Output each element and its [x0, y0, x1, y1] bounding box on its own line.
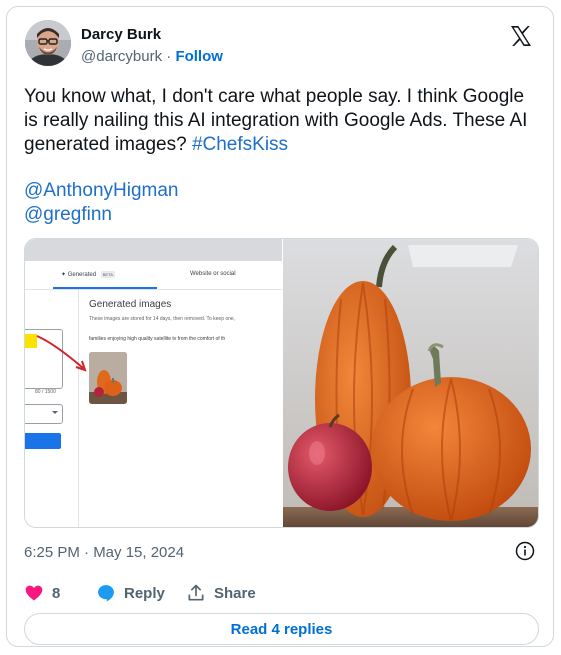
heart-icon	[25, 585, 43, 601]
media-image-screenshot[interactable]: ✦ Generated BETA Website or social 80 / …	[25, 239, 282, 527]
screenshot-tabs: ✦ Generated BETA Website or social	[25, 261, 282, 290]
author-handle[interactable]: @darcyburk	[81, 48, 162, 65]
chevron-down-icon	[52, 411, 58, 414]
tab-underline	[53, 287, 157, 289]
reply-label: Reply	[124, 584, 165, 602]
share-icon	[188, 584, 204, 601]
follow-button[interactable]: Follow	[175, 48, 223, 65]
tweet-card: Darcy Burk @darcyburk · Follow You know …	[6, 6, 554, 647]
read-replies-button[interactable]: Read 4 replies	[24, 613, 539, 645]
tweet-media[interactable]: ✦ Generated BETA Website or social 80 / …	[24, 238, 539, 528]
avatar[interactable]	[25, 20, 71, 66]
tweet-timestamp[interactable]: 6:25 PM · May 15, 2024	[24, 544, 184, 561]
share-label: Share	[214, 584, 256, 602]
screenshot-generated-note: These images are stored for 14 days, the…	[89, 316, 236, 322]
screenshot-prompt-text: families enjoying high quality satellite…	[89, 336, 226, 342]
reply-bubble-icon	[98, 585, 114, 602]
mention-link[interactable]: @gregfinn	[24, 203, 112, 227]
red-arrow-icon	[36, 335, 87, 372]
reply-button[interactable]: Reply	[96, 581, 165, 605]
screenshot-top-bar	[25, 239, 282, 261]
screenshot-blue-button	[25, 433, 61, 449]
like-button[interactable]: 8	[24, 581, 60, 605]
media-image-pumpkins[interactable]	[283, 239, 538, 527]
hashtag-link[interactable]: #ChefsKiss	[192, 134, 288, 155]
author-handle-line: @darcyburk · Follow	[81, 48, 223, 65]
screenshot-thumbnail	[89, 352, 127, 404]
screenshot-tab-website: Website or social	[190, 271, 236, 277]
screenshot-generated-title: Generated images	[89, 299, 172, 310]
author-name[interactable]: Darcy Burk	[81, 26, 161, 43]
sparkle-icon: ✦	[61, 272, 67, 278]
screenshot-char-count: 80 / 1500	[35, 389, 56, 395]
handle-separator: ·	[166, 48, 172, 65]
info-icon[interactable]	[515, 541, 535, 561]
tweet-text: You know what, I don't care what people …	[24, 85, 539, 157]
mention-link[interactable]: @AnthonyHigman	[24, 179, 178, 203]
beta-badge: BETA	[100, 271, 115, 278]
screenshot-divider	[78, 289, 79, 527]
like-count: 8	[52, 584, 61, 602]
x-logo-icon[interactable]	[509, 24, 533, 48]
screenshot-select	[25, 404, 63, 424]
share-button[interactable]: Share	[186, 581, 256, 605]
screenshot-tab-generated: ✦ Generated BETA	[61, 271, 115, 278]
